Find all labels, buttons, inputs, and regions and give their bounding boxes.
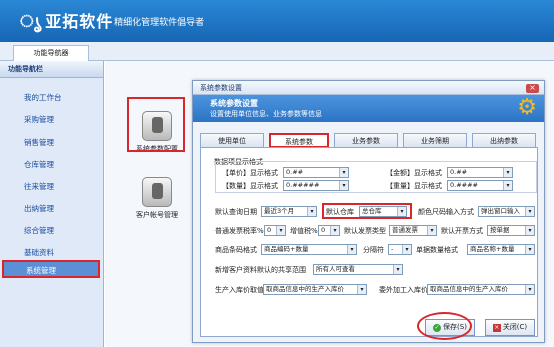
tab-unit[interactable]: 使用单位 [200, 133, 264, 148]
barcode-format-label: 商品条码格式 [215, 246, 257, 254]
banner-title: 系统参数设置 [210, 99, 258, 108]
slogan-text: 精细化管理软件倡导者 [114, 18, 205, 28]
query-date-label: 默认查询日期 [215, 208, 257, 216]
system-params-dialog: 系统参数设置 × 系统参数设置 设置使用单位信息、业务参数等信息 ⚙ 使用单位 … [192, 80, 545, 343]
share-scope-select[interactable]: 所有人可查看 [313, 264, 403, 275]
tab-business-period[interactable]: 业务筛期 [403, 133, 467, 148]
barcode-format-select[interactable]: 商品编码+数量 [261, 244, 357, 255]
close-box-icon: × [492, 324, 501, 332]
query-date-select[interactable]: 最近3个月 [261, 206, 317, 217]
sidebar-item-cashier[interactable]: 出纳管理 [24, 203, 54, 214]
logo: ൃ 亚拓软件 [20, 8, 113, 32]
color-size-label: 颜色尺码输入方式 [418, 208, 474, 216]
sidebar-item-general[interactable]: 综合管理 [24, 225, 54, 236]
tab-function-navigator[interactable]: 功能导航器 [13, 45, 89, 61]
tab-business-params[interactable]: 业务参数 [334, 133, 398, 148]
tab-bar: 功能导航器 [0, 42, 554, 61]
price-format-select[interactable]: 0.## [283, 167, 349, 178]
outsource-price-label: 委外加工入库价 [379, 286, 428, 294]
share-scope-label: 新增客户资料默认的共享范围 [215, 266, 306, 274]
tab-system-params[interactable]: 系统参数 [269, 133, 329, 148]
customer-account-label: 客户帐号管理 [136, 211, 178, 219]
price-format-label: 【单价】显示格式 [222, 169, 278, 177]
qty-format-label: 【数量】显示格式 [222, 182, 278, 190]
app-header: ൃ 亚拓软件 - 精细化管理软件倡导者 [0, 0, 554, 42]
default-warehouse-select[interactable]: 总仓库 [359, 206, 407, 217]
amount-format-select[interactable]: 0.## [447, 167, 513, 178]
in-price-label: 生产入库价取值 [215, 286, 264, 294]
color-size-select[interactable]: 弹出窗口输入 [478, 206, 535, 217]
sidebar: 功能导航栏 我的工作台 采购管理 销售管理 仓库管理 往来管理 出纳管理 综合管… [0, 61, 104, 347]
vat-label: 增值税% [290, 227, 318, 235]
dialog-tabs: 使用单位 系统参数 业务参数 业务筛期 出纳参数 [200, 133, 538, 148]
unit-format-label: 单据数量格式 [416, 246, 458, 254]
customer-account-launcher[interactable]: 客户帐号管理 [129, 177, 185, 220]
close-label: 关闭(C) [502, 323, 528, 331]
sidebar-item-sales[interactable]: 销售管理 [24, 137, 54, 148]
invoice-mode-select[interactable]: 按单据 [487, 225, 535, 236]
separator-select[interactable]: - [388, 244, 412, 255]
sidebar-item-purchase[interactable]: 采购管理 [24, 114, 54, 125]
highlight-frame [127, 97, 185, 152]
qty-format-select[interactable]: 0.##### [283, 180, 349, 191]
tax-rate-input[interactable]: 0 [264, 225, 286, 236]
save-highlight-ellipse [417, 312, 472, 340]
params-panel: 数据项显示格式 【单价】显示格式 0.## 【金额】显示格式 0.## 【数量】… [200, 147, 538, 337]
vat-input[interactable]: 0 [318, 225, 340, 236]
slogan: - 精细化管理软件倡导者 [108, 15, 204, 28]
sidebar-title: 功能导航栏 [0, 61, 103, 78]
banner-subtitle: 设置使用单位信息、业务参数等信息 [210, 110, 322, 118]
weight-format-label: 【重量】显示格式 [386, 182, 442, 190]
weight-format-select[interactable]: 0.#### [447, 180, 513, 191]
invoice-mode-label: 默认开票方式 [441, 227, 483, 235]
unit-format-select[interactable]: 商品名称+数量 [467, 244, 535, 255]
outsource-price-select[interactable]: 取商品信息中的生产入库价 [427, 284, 535, 295]
sidebar-item-system[interactable]: 系统管理 [2, 260, 100, 278]
sidebar-item-workbench[interactable]: 我的工作台 [24, 92, 62, 103]
dialog-banner: 系统参数设置 设置使用单位信息、业务参数等信息 ⚙ [193, 95, 544, 122]
invoice-type-label: 默认发票类型 [344, 227, 386, 235]
sidebar-item-accounts[interactable]: 往来管理 [24, 181, 54, 192]
logo-mark-icon: ൃ [20, 12, 43, 32]
tab-cashier-params[interactable]: 出纳参数 [472, 133, 536, 148]
sidebar-item-warehouse[interactable]: 仓库管理 [24, 159, 54, 170]
account-book-icon [142, 177, 172, 207]
dialog-title: 系统参数设置 [193, 81, 544, 95]
slogan-separator: - [108, 18, 112, 28]
default-warehouse-label: 默认仓库 [326, 208, 354, 216]
close-icon[interactable]: × [526, 84, 539, 93]
sidebar-item-basic-data[interactable]: 基础资料 [24, 247, 54, 258]
logo-text: 亚拓软件 [45, 12, 114, 31]
amount-format-label: 【金额】显示格式 [386, 169, 442, 177]
separator-label: 分隔符 [363, 246, 384, 254]
tax-rate-label: 普通发票税率% [215, 227, 264, 235]
in-price-select[interactable]: 取商品信息中的生产入库价 [263, 284, 367, 295]
gear-icon: ⚙ [517, 95, 537, 120]
close-button[interactable]: × 关闭(C) [485, 319, 535, 336]
invoice-type-select[interactable]: 普通发票 [389, 225, 437, 236]
